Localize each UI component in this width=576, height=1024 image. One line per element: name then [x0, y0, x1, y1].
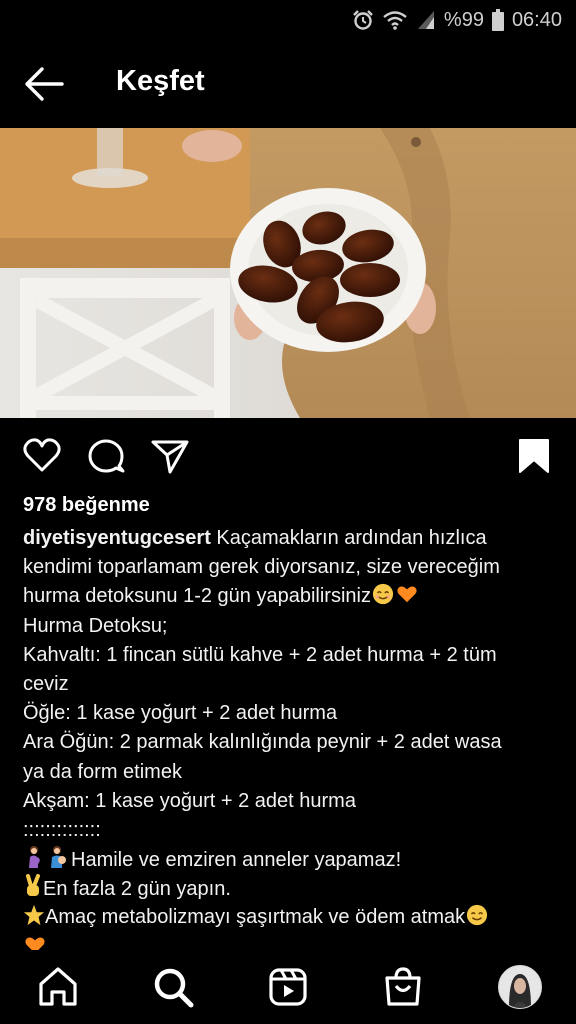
caption-line-2: kendimi toparlamam gerek diyorsanız, siz…: [23, 556, 500, 579]
smile-emoji-icon: [467, 905, 488, 926]
post-username[interactable]: diyetisyentugcesert: [23, 527, 211, 549]
heart-icon: [23, 438, 61, 472]
search-icon: [154, 968, 194, 1008]
clock: 06:40: [511, 8, 562, 31]
pregnant-woman-emoji-icon: [29, 846, 40, 869]
like-button[interactable]: [22, 436, 62, 481]
star-emoji-icon: [23, 905, 45, 926]
post-caption: diyetisyentugcesert Kaçamakların ardında…: [23, 524, 558, 962]
post-actions: [0, 428, 576, 488]
share-button[interactable]: [150, 436, 190, 481]
likes-count[interactable]: 978 beğenme: [23, 494, 150, 517]
shop-icon: [385, 967, 421, 1006]
reels-icon: [269, 968, 307, 1006]
page-title: Keşfet: [116, 65, 205, 97]
caption-text: Amaç metabolizmayı şaşırtmak ve ödem atm…: [45, 906, 466, 929]
smile-emoji-icon: [372, 584, 394, 605]
profile-avatar[interactable]: [498, 965, 542, 1009]
caption-line-3: hurma detoksunu 1-2 gün yapabilirsiniz: [23, 582, 558, 611]
bottom-nav: [0, 950, 576, 1024]
battery-percent: %99: [443, 8, 484, 31]
caption-line-1: diyetisyentugcesert Kaçamakların ardında…: [23, 524, 558, 553]
comment-icon: [88, 439, 125, 473]
back-button[interactable]: [24, 66, 64, 102]
avatar-image: [499, 966, 541, 1008]
alarm-icon: [353, 10, 373, 30]
victory-hand-emoji-icon: [26, 874, 40, 897]
arrow-left-icon: [25, 67, 64, 101]
caption-line-5: Kahvaltı: 1 fincan sütlü kahve + 2 adet …: [23, 643, 497, 666]
caption-text: En fazla 2 gün yapın.: [43, 878, 231, 901]
top-bar: Keşfet: [0, 40, 576, 128]
signal-icon: [417, 11, 434, 29]
caption-text: Hamile ve emziren anneler yapamaz!: [71, 849, 402, 872]
caption-line-6: ceviz: [23, 672, 69, 695]
orange-heart-emoji-icon: [397, 586, 417, 603]
comment-button[interactable]: [86, 436, 126, 481]
caption-text: hurma detoksunu 1-2 gün yapabilirsiniz: [23, 585, 371, 608]
caption-line-10: Akşam: 1 kase yoğurt + 2 adet hurma: [23, 789, 356, 812]
caption-line-8: Ara Öğün: 2 parmak kalınlığında peynir +…: [23, 731, 502, 754]
nav-home[interactable]: [35, 964, 81, 1010]
post-image[interactable]: [0, 128, 576, 418]
bookmark-icon: [519, 439, 549, 473]
caption-line-12: Hamile ve emziren anneler yapamaz!: [23, 845, 558, 874]
status-bar: %99 06:40: [0, 0, 576, 40]
caption-line-4: Hurma Detoksu;: [23, 614, 168, 637]
caption-line-13: En fazla 2 gün yapın.: [23, 874, 558, 903]
wifi-icon: [383, 11, 407, 30]
caption-line-11: ::::::::::::::: [23, 818, 101, 841]
nav-search[interactable]: [150, 964, 196, 1010]
save-button[interactable]: [518, 436, 550, 481]
battery-icon: [491, 9, 504, 31]
dates-plate-photo: [0, 128, 576, 418]
home-icon: [39, 967, 77, 1006]
breastfeeding-emoji-icon: [51, 846, 66, 869]
caption-line-9: ya da form etimek: [23, 760, 182, 783]
caption-text: Kaçamakların ardından hızlıca: [216, 527, 487, 549]
caption-line-7: Öğle: 1 kase yoğurt + 2 adet hurma: [23, 702, 338, 725]
nav-reels[interactable]: [265, 964, 311, 1010]
caption-line-14: Amaç metabolizmayı şaşırtmak ve ödem atm…: [23, 903, 558, 932]
nav-shop[interactable]: [380, 964, 426, 1010]
send-icon: [151, 440, 189, 474]
